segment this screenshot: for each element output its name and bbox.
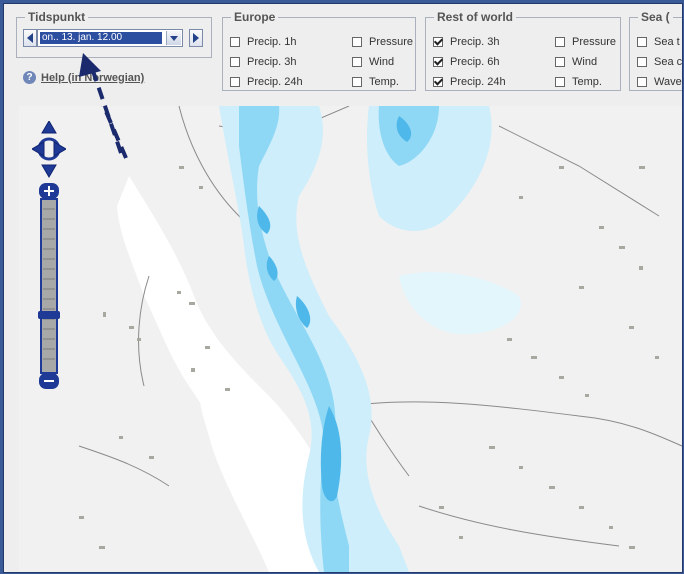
europe-temp-checkbox[interactable] — [352, 77, 362, 87]
time-select[interactable]: on.. 13. jan. 12.00 — [37, 29, 183, 47]
europe-precip-24h-option[interactable]: Precip. 24h — [230, 75, 303, 89]
row-precip-3h-option[interactable]: Precip. 3h — [433, 35, 500, 49]
next-time-button[interactable] — [189, 29, 203, 47]
option-label: Wave — [654, 76, 682, 88]
row-pressure-option[interactable]: Pressure — [555, 35, 616, 49]
annotation-arrow-line — [101, 106, 128, 159]
option-label: Precip. 1h — [247, 36, 297, 48]
sea-group: Sea ( Sea t Sea c Wave — [629, 10, 682, 91]
option-label: Precip. 24h — [247, 76, 303, 88]
zoom-out-button — [39, 373, 59, 389]
option-label: Precip. 6h — [450, 56, 500, 68]
row-wind-checkbox[interactable] — [555, 57, 565, 67]
option-label: Temp. — [572, 76, 602, 88]
prev-time-button[interactable] — [23, 29, 37, 47]
option-label: Wind — [572, 56, 598, 68]
option-label: Pressure — [369, 36, 414, 48]
map-canvas — [78, 106, 682, 572]
pan-left-arrow — [32, 141, 45, 157]
option-label: Precip. 3h — [450, 36, 500, 48]
pan-up-arrow — [41, 121, 57, 134]
option-label: Sea c — [654, 56, 683, 68]
weather-map[interactable] — [19, 106, 682, 572]
option-label: Pressure — [572, 36, 617, 48]
sea-temp-option[interactable]: Sea t — [637, 35, 680, 49]
tidspunkt-group: Tidspunkt on.. 13. jan. 12.00 — [16, 10, 212, 58]
europe-precip-1h-checkbox[interactable] — [230, 37, 240, 47]
pan-down-arrow — [41, 164, 57, 178]
zoom-slider-track — [40, 198, 58, 374]
europe-wind-option[interactable]: Wind — [352, 55, 394, 69]
row-precip-3h-checkbox[interactable] — [433, 37, 443, 47]
row-precip-24h-option[interactable]: Precip. 24h — [433, 75, 506, 89]
europe-precip-3h-option[interactable]: Precip. 3h — [230, 55, 297, 69]
europe-pressure-checkbox[interactable] — [352, 37, 362, 47]
option-label: Temp. — [369, 76, 399, 88]
arrow-left-icon — [27, 33, 33, 43]
option-label: Wind — [369, 56, 395, 68]
help-link-row[interactable]: ? Help (in Norwegian) — [23, 71, 144, 84]
help-link[interactable]: Help (in Norwegian) — [41, 72, 144, 84]
pan-right-arrow — [53, 141, 66, 157]
row-wind-option[interactable]: Wind — [555, 55, 597, 69]
rest-of-world-group: Rest of world Precip. 3h Precip. 6h Prec… — [425, 10, 621, 91]
europe-legend: Europe — [234, 10, 276, 24]
sea-wave-option[interactable]: Wave — [637, 75, 682, 89]
sea-current-option[interactable]: Sea c — [637, 55, 682, 69]
row-precip-24h-checkbox[interactable] — [433, 77, 443, 87]
europe-precip-3h-checkbox[interactable] — [230, 57, 240, 67]
europe-precip-24h-checkbox[interactable] — [230, 77, 240, 87]
europe-wind-checkbox[interactable] — [352, 57, 362, 67]
rest-of-world-legend: Rest of world — [437, 10, 514, 24]
row-precip-6h-checkbox[interactable] — [433, 57, 443, 67]
europe-temp-option[interactable]: Temp. — [352, 75, 399, 89]
chevron-down-icon[interactable] — [166, 31, 181, 45]
zoom-control-graphic — [32, 121, 66, 389]
sea-temp-checkbox[interactable] — [637, 37, 647, 47]
option-label: Precip. 3h — [247, 56, 297, 68]
zoom-in-button — [39, 183, 59, 199]
sea-wave-checkbox[interactable] — [637, 77, 647, 87]
europe-pressure-option[interactable]: Pressure — [352, 35, 413, 49]
option-label: Precip. 24h — [450, 76, 506, 88]
help-icon[interactable]: ? — [23, 71, 36, 84]
zoom-slider-handle — [38, 311, 60, 319]
row-precip-6h-option[interactable]: Precip. 6h — [433, 55, 500, 69]
row-temp-option[interactable]: Temp. — [555, 75, 602, 89]
sea-legend: Sea ( — [641, 10, 670, 24]
row-pressure-checkbox[interactable] — [555, 37, 565, 47]
app-frame: Tidspunkt on.. 13. jan. 12.00 ? Help (in… — [3, 3, 683, 573]
pan-control — [32, 121, 66, 178]
time-select-value: on.. 13. jan. 12.00 — [40, 32, 162, 44]
option-label: Sea t — [654, 36, 680, 48]
europe-precip-1h-option[interactable]: Precip. 1h — [230, 35, 297, 49]
europe-group: Europe Precip. 1h Precip. 3h Precip. 24h… — [222, 10, 416, 91]
sea-current-checkbox[interactable] — [637, 57, 647, 67]
arrow-right-icon — [193, 33, 199, 43]
tidspunkt-legend: Tidspunkt — [28, 10, 86, 24]
row-temp-checkbox[interactable] — [555, 77, 565, 87]
zoom-control — [32, 121, 66, 391]
